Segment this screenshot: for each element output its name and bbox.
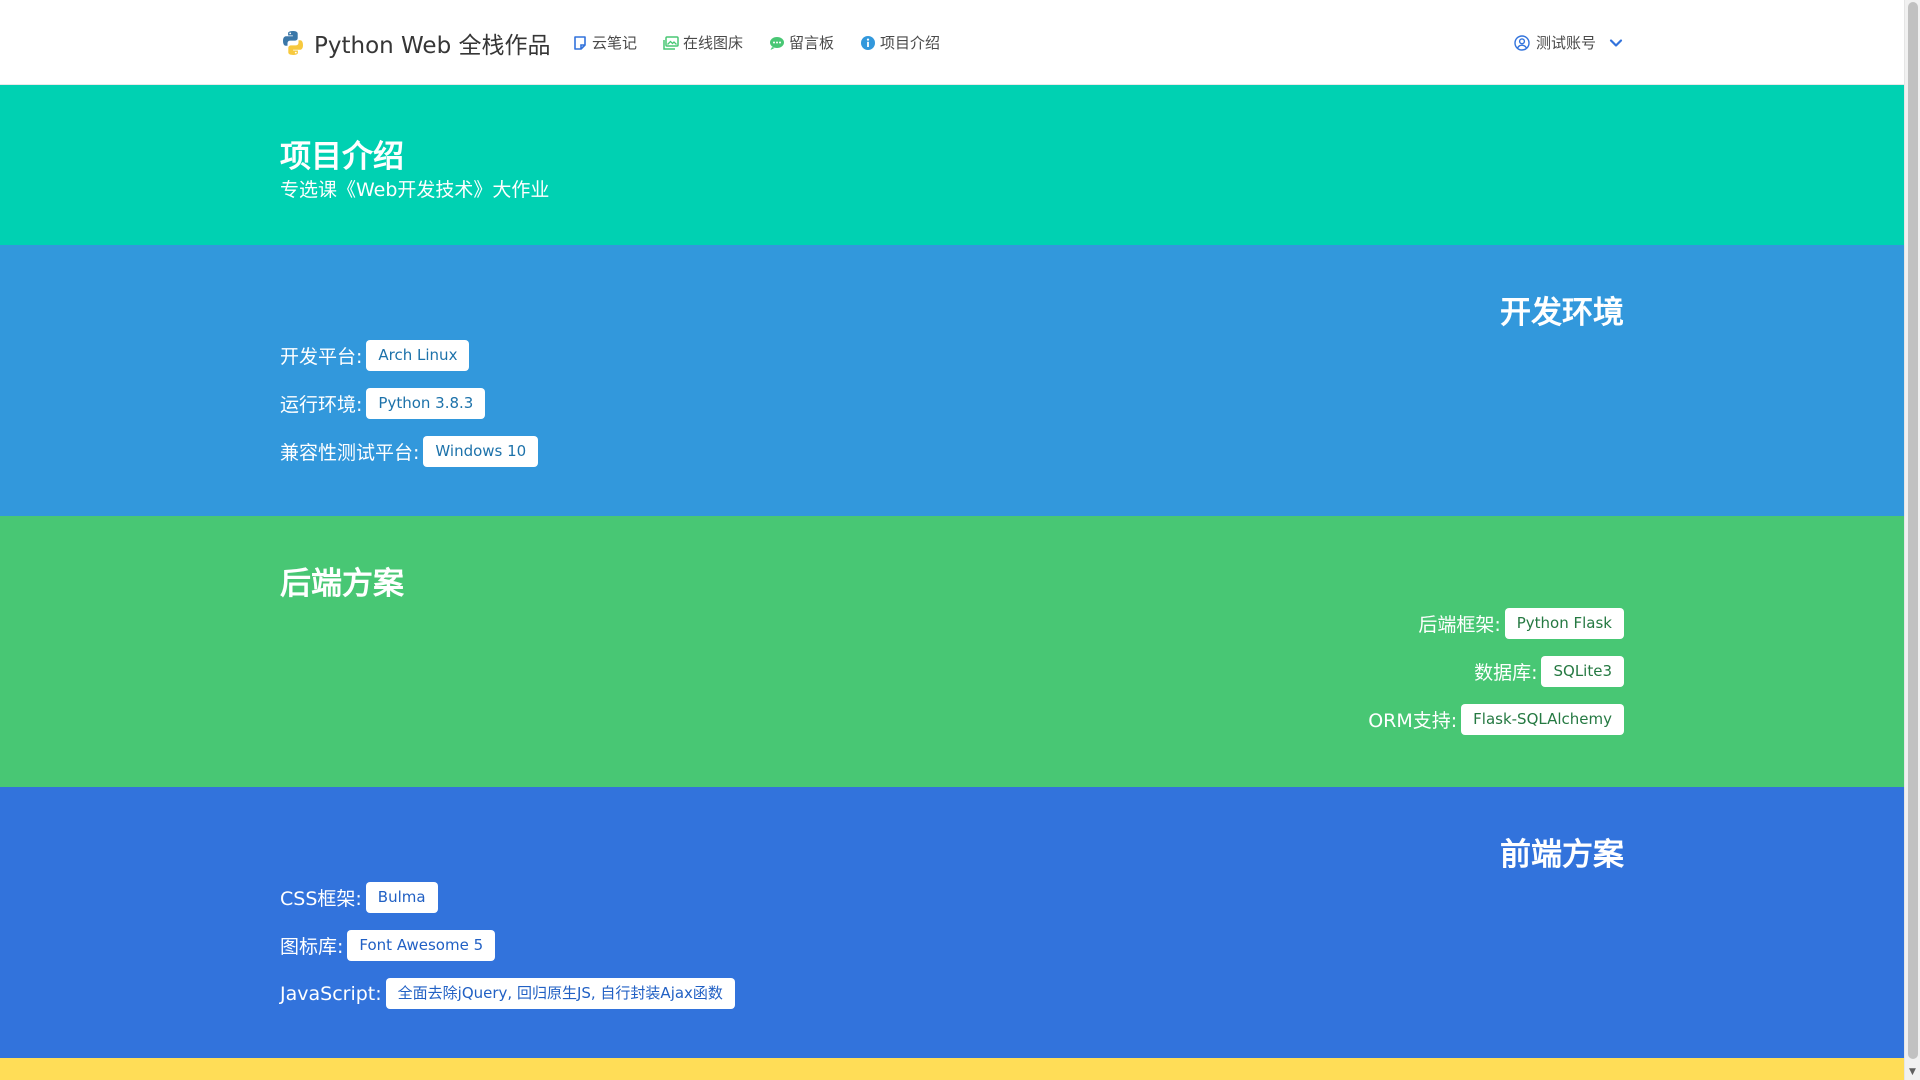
list-item: 运行环境: Python 3.8.3 — [280, 388, 486, 419]
item-label: JavaScript: — [280, 982, 382, 1005]
env-list: 开发平台: Arch Linux 运行环境: Python 3.8.3 兼容性测… — [280, 340, 539, 467]
nav-item-about[interactable]: 项目介绍 — [860, 32, 940, 53]
item-label: 数据库: — [1474, 662, 1538, 684]
list-item: 数据库: SQLite3 — [1474, 656, 1624, 687]
vertical-scrollbar[interactable]: ▼ — [1904, 0, 1920, 1080]
backend-list: 后端框架: Python Flask 数据库: SQLite3 ORM支持: F… — [1368, 608, 1624, 735]
frontend-list: CSS框架: Bulma 图标库: Font Awesome 5 JavaScr… — [280, 882, 735, 1009]
env-section: 开发环境 开发平台: Arch Linux 运行环境: Python 3.8.3… — [0, 245, 1904, 516]
list-item: 开发平台: Arch Linux — [280, 340, 470, 371]
scrollbar-thumb[interactable] — [1908, 2, 1918, 1059]
item-label: 开发平台: — [280, 346, 363, 368]
item-tag: Flask-SQLAlchemy — [1461, 704, 1624, 735]
page: Python Web 全栈作品 云笔记 在线图床 留言板 项目介绍 测试账号 项… — [0, 0, 1904, 1080]
nav-item-label: 云笔记 — [592, 34, 638, 52]
list-item: ORM支持: Flask-SQLAlchemy — [1368, 704, 1624, 735]
nav-item-label: 项目介绍 — [880, 34, 941, 52]
nav-item-messages[interactable]: 留言板 — [769, 32, 834, 53]
nav-item-label: 在线图床 — [683, 34, 744, 52]
python-logo-icon — [283, 31, 303, 55]
frontend-section: 前端方案 CSS框架: Bulma 图标库: Font Awesome 5 Ja… — [0, 787, 1904, 1058]
navbar: Python Web 全栈作品 云笔记 在线图床 留言板 项目介绍 测试账号 — [0, 0, 1904, 85]
page-subtitle: 专选课《Web开发技术》大作业 — [280, 179, 550, 201]
brand[interactable]: Python Web 全栈作品 — [280, 26, 551, 60]
chevron-down-icon — [1609, 38, 1623, 47]
list-item: 后端框架: Python Flask — [1418, 608, 1624, 639]
list-item: 图标库: Font Awesome 5 — [280, 930, 496, 961]
item-tag: Python Flask — [1504, 608, 1624, 639]
list-item: 兼容性测试平台: Windows 10 — [280, 436, 539, 467]
user-circle-icon — [1514, 34, 1530, 51]
item-tag: Windows 10 — [423, 436, 539, 467]
account-dropdown[interactable]: 测试账号 — [1514, 32, 1624, 53]
list-item: CSS框架: Bulma — [280, 882, 438, 913]
nav-item-images[interactable]: 在线图床 — [663, 32, 743, 53]
next-section — [0, 1058, 1904, 1080]
backend-section: 后端方案 后端框架: Python Flask 数据库: SQLite3 ORM… — [0, 516, 1904, 787]
item-tag: Bulma — [365, 882, 438, 913]
item-tag: Arch Linux — [366, 340, 470, 371]
item-label: CSS框架: — [280, 888, 362, 910]
item-tag: Font Awesome 5 — [347, 930, 496, 961]
list-item: JavaScript: 全面去除jQuery, 回归原生JS, 自行封装Ajax… — [280, 978, 735, 1009]
item-label: 图标库: — [280, 936, 344, 958]
nav-item-notes[interactable]: 云笔记 — [572, 32, 637, 53]
nav-menu: 云笔记 在线图床 留言板 项目介绍 — [572, 32, 940, 53]
item-label: 后端框架: — [1418, 614, 1501, 636]
info-circle-icon — [861, 35, 876, 50]
section-title: 后端方案 — [280, 566, 404, 602]
section-title: 开发环境 — [1500, 295, 1624, 331]
note-icon — [574, 35, 586, 50]
item-label: 兼容性测试平台: — [280, 442, 420, 464]
brand-text: Python Web 全栈作品 — [314, 33, 551, 59]
item-label: 运行环境: — [280, 394, 363, 416]
account-name: 测试账号 — [1535, 34, 1596, 52]
page-title: 项目介绍 — [280, 139, 404, 175]
nav-item-label: 留言板 — [789, 34, 835, 52]
item-tag: SQLite3 — [1541, 656, 1624, 687]
item-tag: 全面去除jQuery, 回归原生JS, 自行封装Ajax函数 — [385, 978, 735, 1009]
images-icon — [663, 35, 679, 50]
comments-icon — [770, 36, 785, 50]
scroll-down-arrow-icon[interactable]: ▼ — [1909, 1067, 1916, 1077]
item-tag: Python 3.8.3 — [366, 388, 486, 419]
item-label: ORM支持: — [1368, 710, 1458, 732]
section-title: 前端方案 — [1500, 837, 1624, 873]
hero-section: 项目介绍 专选课《Web开发技术》大作业 — [0, 85, 1904, 245]
